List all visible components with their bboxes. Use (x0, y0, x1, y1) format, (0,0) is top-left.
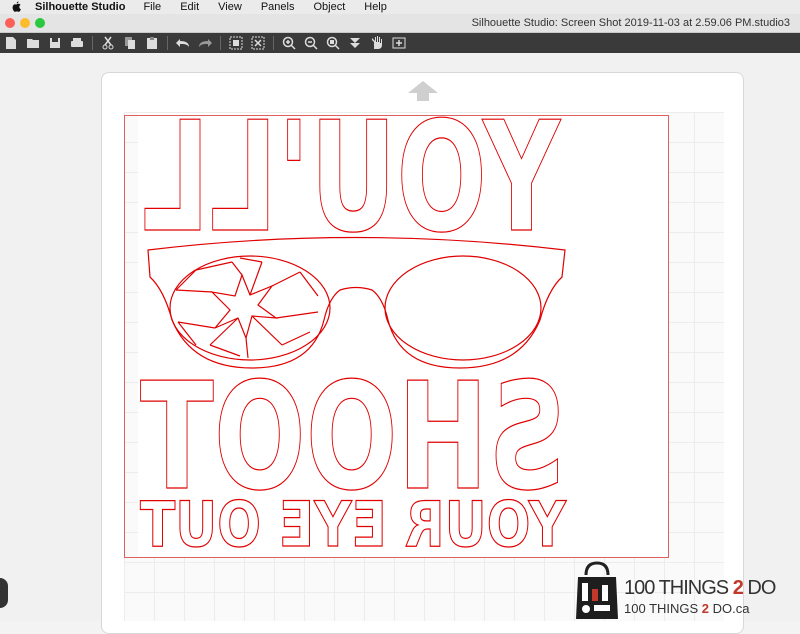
mirrored-design[interactable]: YOU'LL SHOOT YOUR EYE OUT (0, 0, 800, 621)
watermark-title-part: 100 THINGS (624, 577, 733, 599)
watermark-title-two: 2 (732, 577, 744, 599)
watermark-url: 100 THINGS 2 DO.ca (624, 601, 750, 616)
watermark: 100 THINGS 2 DO 100 THINGS 2 DO.ca (574, 557, 800, 621)
watermark-title: 100 THINGS 2 DO (624, 577, 776, 600)
watermark-title-part: DO (742, 577, 776, 599)
design-text-line-3[interactable]: YOUR EYE OUT (139, 487, 567, 561)
design-line-1: YOU'LL (141, 88, 562, 266)
side-panel-toggle[interactable] (0, 578, 8, 608)
watermark-url-two: 2 (701, 601, 710, 616)
watermark-url-part: 100 THINGS (624, 601, 702, 616)
watermark-url-part: DO.ca (709, 601, 750, 616)
design-text-line-1[interactable]: YOU'LL (141, 88, 562, 266)
design-line-3: YOUR EYE OUT (139, 487, 567, 561)
handbag-logo-icon (576, 561, 618, 619)
